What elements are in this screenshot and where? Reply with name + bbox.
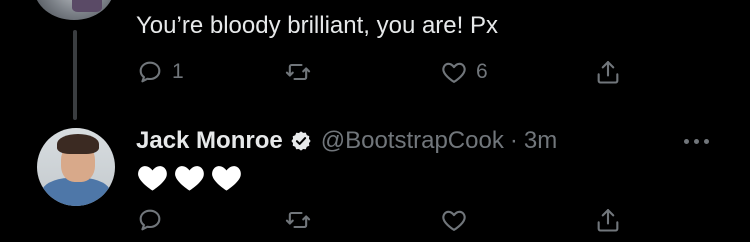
retweet-icon	[285, 63, 311, 81]
tweet-text: You’re bloody brilliant, you are! Px	[136, 12, 498, 39]
reply-button[interactable]	[136, 203, 172, 237]
heart-icon	[442, 62, 466, 83]
avatar-shirt	[41, 178, 111, 206]
separator-dot: ·	[509, 127, 518, 154]
tweet-actions	[136, 203, 636, 237]
avatar-hair	[57, 134, 99, 154]
tweet-header: Jack Monroe @BootstrapCook · 3m	[136, 124, 557, 158]
more-icon	[694, 138, 699, 144]
share-icon	[597, 209, 619, 232]
tweet-content	[136, 160, 243, 194]
reply-icon	[139, 209, 161, 231]
share-button[interactable]	[594, 203, 622, 237]
more-icon	[704, 138, 709, 144]
retweet-button[interactable]	[284, 203, 320, 237]
more-button[interactable]	[684, 136, 718, 146]
avatar[interactable]	[34, 0, 114, 20]
thread-connector-line	[73, 30, 77, 120]
white-heart-icon	[175, 166, 204, 191]
user-handle[interactable]: @BootstrapCook	[321, 127, 504, 155]
more-icon	[684, 138, 689, 144]
tweet-actions: 1 6	[136, 55, 636, 89]
share-icon	[597, 61, 619, 84]
like-count: 6	[476, 60, 488, 83]
white-heart-icon	[138, 166, 167, 191]
heart-icon	[442, 210, 466, 231]
timestamp[interactable]: 3m	[524, 127, 557, 155]
avatar[interactable]	[37, 128, 115, 206]
retweet-icon	[285, 211, 311, 229]
retweet-button[interactable]	[284, 55, 320, 89]
share-button[interactable]	[594, 55, 622, 89]
white-heart-icon	[212, 166, 241, 191]
like-button[interactable]	[440, 203, 476, 237]
reply-icon	[139, 61, 161, 83]
reply-count: 1	[172, 60, 184, 83]
display-name[interactable]: Jack Monroe	[136, 127, 283, 155]
like-button[interactable]: 6	[440, 55, 488, 89]
reply-button[interactable]: 1	[136, 55, 184, 89]
verified-badge-icon	[291, 131, 311, 151]
